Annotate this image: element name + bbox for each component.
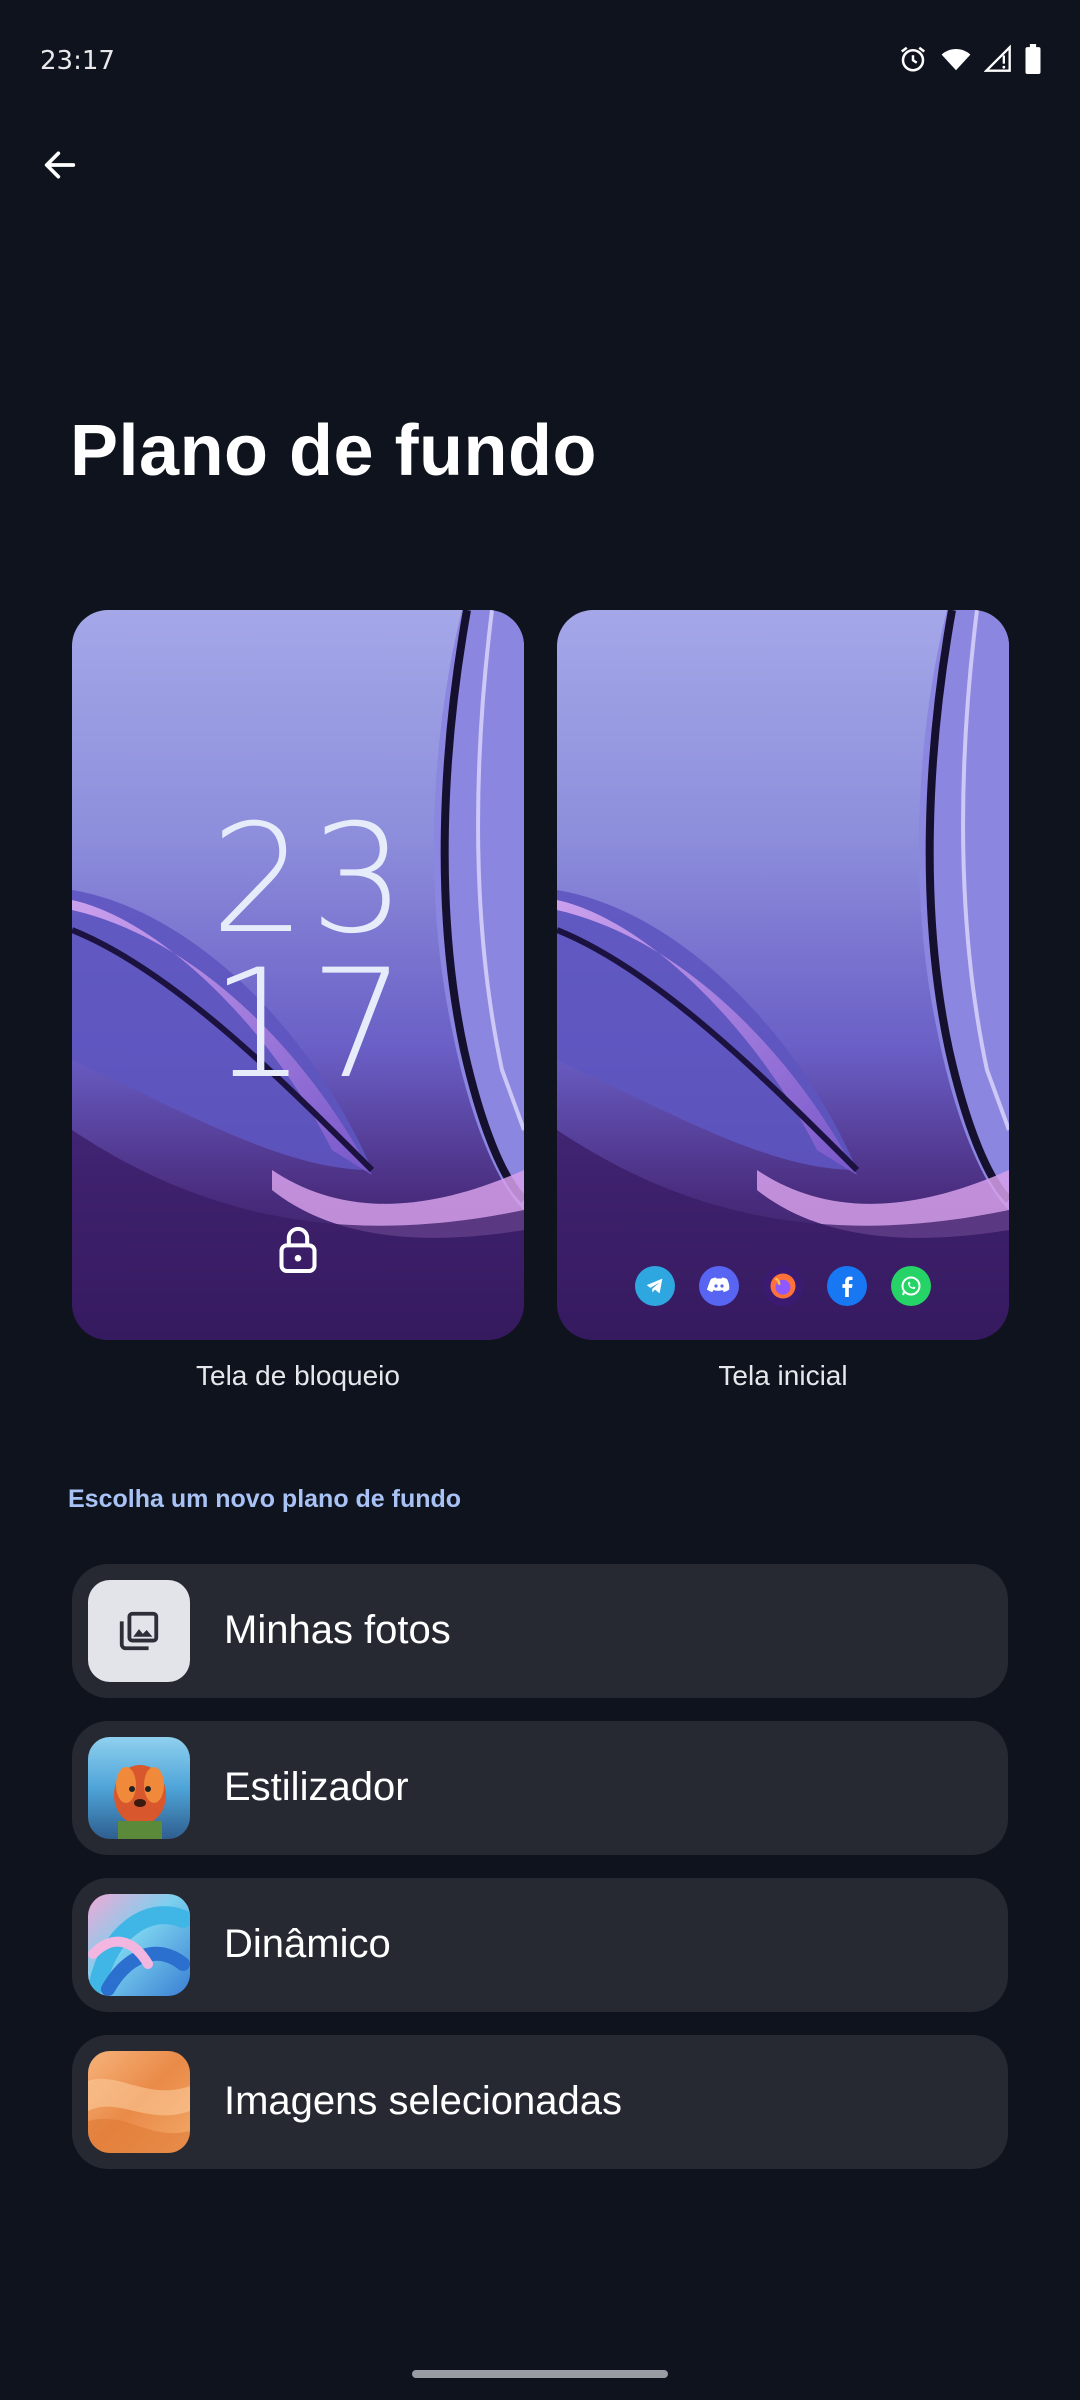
discord-icon <box>699 1266 739 1306</box>
option-label: Estilizador <box>224 1765 409 1809</box>
option-stylizer[interactable]: Estilizador <box>72 1721 1008 1855</box>
home-indicator[interactable] <box>412 2370 668 2378</box>
wifi-icon <box>940 44 972 74</box>
option-my-photos[interactable]: Minhas fotos <box>72 1564 1008 1698</box>
option-label: Imagens selecionadas <box>224 2079 623 2123</box>
lock-clock-hour: 23 <box>210 793 410 967</box>
status-bar: 23:17 <box>0 0 1080 124</box>
stylizer-thumbnail <box>88 1737 190 1839</box>
home-screen-preview[interactable] <box>557 610 1009 1340</box>
home-dock <box>557 1266 1009 1306</box>
dynamic-thumbnail <box>88 1894 190 1996</box>
alarm-icon <box>898 44 928 74</box>
option-label: Dinâmico <box>224 1922 391 1966</box>
whatsapp-icon <box>891 1266 931 1306</box>
section-heading: Escolha um novo plano de fundo <box>68 1485 462 1513</box>
facebook-icon <box>827 1266 867 1306</box>
signal-icon <box>984 44 1012 74</box>
option-curated-images[interactable]: Imagens selecionadas <box>72 2035 1008 2169</box>
curated-thumbnail <box>88 2051 190 2153</box>
wallpaper-art <box>557 610 1009 1340</box>
lock-screen-label: Tela de bloqueio <box>196 1360 400 1391</box>
home-screen-label: Tela inicial <box>718 1360 848 1391</box>
status-time: 23:17 <box>40 46 115 76</box>
battery-icon <box>1024 44 1042 74</box>
status-icons <box>898 44 1042 74</box>
option-label: Minhas fotos <box>224 1608 451 1652</box>
lock-icon <box>276 1225 320 1278</box>
arrow-left-icon <box>40 145 80 190</box>
lock-clock-minute: 17 <box>210 938 410 1112</box>
lock-screen-preview[interactable]: 23 17 <box>72 610 524 1340</box>
option-dynamic[interactable]: Dinâmico <box>72 1878 1008 2012</box>
page-title: Plano de fundo <box>70 411 597 491</box>
telegram-icon <box>635 1266 675 1306</box>
gallery-icon <box>88 1580 190 1682</box>
back-button[interactable] <box>28 135 92 199</box>
firefox-icon <box>763 1266 803 1306</box>
